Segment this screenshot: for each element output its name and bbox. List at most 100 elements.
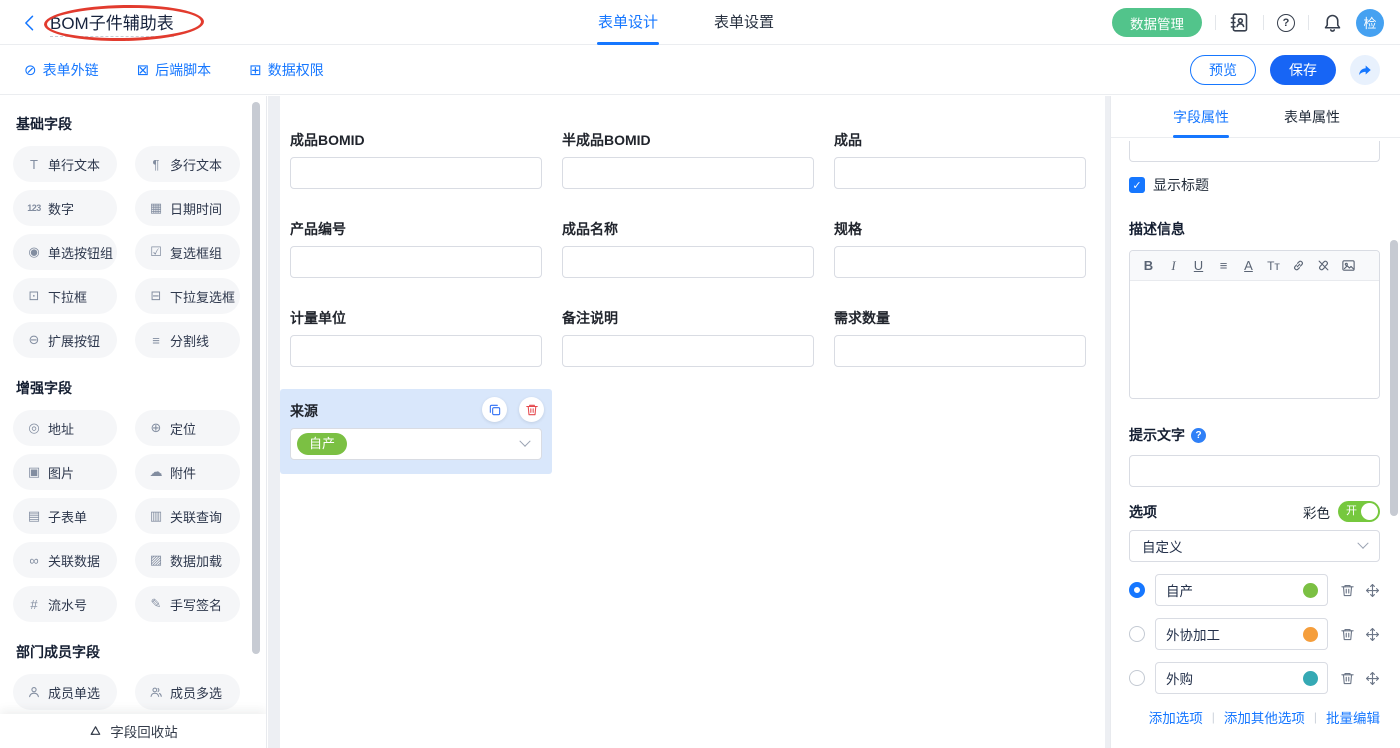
option-color-dot[interactable] [1303,583,1318,598]
back-icon[interactable] [20,13,40,33]
italic-icon[interactable]: I [1161,258,1186,274]
delete-field-button[interactable] [519,397,544,422]
drag-move-icon[interactable] [1365,583,1380,598]
field-pill-data-load[interactable]: ▨数据加载 [135,542,240,578]
bold-icon[interactable]: B [1136,258,1161,273]
form-field-product-name[interactable]: 成品名称 [552,211,824,286]
remove-link-icon[interactable] [1311,258,1336,273]
field-pill-linked-data[interactable]: ∞关联数据 [13,542,117,578]
field-pill-dropdown[interactable]: ⊡下拉框 [13,278,117,314]
field-pill-multi-line-text[interactable]: ¶多行文本 [135,146,240,182]
field-pill-datetime[interactable]: ▦日期时间 [135,190,240,226]
tab-form-settings[interactable]: 表单设置 [714,0,774,45]
text-input[interactable] [562,335,814,367]
text-input[interactable] [834,246,1086,278]
form-field-semi-finished-bomid[interactable]: 半成品BOMID [552,122,824,197]
form-field-demand-qty[interactable]: 需求数量 [824,300,1096,375]
sidebar-scrollbar[interactable] [252,102,260,654]
form-field-spec[interactable]: 规格 [824,211,1096,286]
text-input[interactable] [562,157,814,189]
tab-form-properties[interactable]: 表单属性 [1284,96,1340,138]
option-text-input[interactable]: 自产 [1155,574,1328,606]
option-radio[interactable] [1129,670,1145,686]
color-toggle[interactable]: 开 [1338,501,1380,522]
help-icon[interactable]: ? [1277,14,1295,32]
option-color-dot[interactable] [1303,627,1318,642]
divider [1263,15,1264,30]
form-external-link[interactable]: ⊘ 表单外链 [24,60,99,80]
backend-script-link[interactable]: ⊠ 后端脚本 [137,60,212,80]
field-pill-attachment[interactable]: ☁附件 [135,454,240,490]
option-radio-selected[interactable] [1129,582,1145,598]
delete-option-icon[interactable] [1340,671,1355,686]
field-pill-member-single[interactable]: 成员单选 [13,674,117,710]
text-input[interactable] [834,157,1086,189]
field-pill-radio-group[interactable]: ◉单选按钮组 [13,234,117,270]
field-pill-member-multi[interactable]: 成员多选 [135,674,240,710]
location-pin-icon: ◎ [25,420,43,436]
field-pill-multi-dropdown[interactable]: ⊟下拉复选框 [135,278,240,314]
font-size-icon[interactable]: Tт [1261,259,1286,273]
description-textarea[interactable] [1130,281,1379,398]
preview-button[interactable]: 预览 [1190,55,1256,85]
field-pill-image[interactable]: ▣图片 [13,454,117,490]
insert-link-icon[interactable] [1286,258,1311,273]
show-title-checkbox[interactable] [1129,177,1145,193]
align-icon[interactable]: ≡ [1211,258,1236,273]
hint-help-icon[interactable]: ? [1191,428,1206,443]
option-color-dot[interactable] [1303,671,1318,686]
share-button[interactable] [1350,55,1380,85]
field-title-input-partial[interactable] [1129,141,1380,162]
drag-move-icon[interactable] [1365,627,1380,642]
text-input[interactable] [290,157,542,189]
insert-image-icon[interactable] [1336,258,1361,273]
field-pill-divider[interactable]: ≡分割线 [135,322,240,358]
source-dropdown[interactable]: 自产 [290,428,542,460]
data-permission-link[interactable]: ⊞ 数据权限 [249,60,324,80]
copy-field-button[interactable] [482,397,507,422]
form-field-source-selected[interactable]: 来源 自产 [280,389,552,474]
tab-field-properties[interactable]: 字段属性 [1173,96,1229,138]
form-field-unit[interactable]: 计量单位 [280,300,552,375]
option-type-select[interactable]: 自定义 [1129,530,1380,562]
hint-text-input[interactable] [1129,455,1380,487]
delete-option-icon[interactable] [1340,627,1355,642]
panel-scrollbar[interactable] [1390,240,1398,516]
tab-form-design[interactable]: 表单设计 [598,0,658,45]
drag-move-icon[interactable] [1365,671,1380,686]
underline-icon[interactable]: U [1186,258,1211,273]
form-title[interactable]: BOM子件辅助表 [50,9,174,37]
delete-option-icon[interactable] [1340,583,1355,598]
add-option-link[interactable]: 添加选项 [1149,707,1203,727]
add-other-option-link[interactable]: 添加其他选项 [1224,707,1305,727]
field-pill-subform[interactable]: ▤子表单 [13,498,117,534]
avatar[interactable]: 检 [1356,9,1384,37]
text-input[interactable] [290,335,542,367]
field-pill-linked-query[interactable]: ▥关联查询 [135,498,240,534]
form-field-product-no[interactable]: 产品编号 [280,211,552,286]
option-radio[interactable] [1129,626,1145,642]
form-field-finished-product[interactable]: 成品 [824,122,1096,197]
form-field-remark[interactable]: 备注说明 [552,300,824,375]
option-text-input[interactable]: 外协加工 [1155,618,1328,650]
field-recycle-bin[interactable]: 字段回收站 [0,714,266,748]
save-button[interactable]: 保存 [1270,55,1336,85]
field-pill-extend-button[interactable]: ⊖扩展按钮 [13,322,117,358]
form-field-finished-bomid[interactable]: 成品BOMID [280,122,552,197]
field-pill-checkbox-group[interactable]: ☑复选框组 [135,234,240,270]
field-pill-number[interactable]: 123数字 [13,190,117,226]
notification-bell-icon[interactable] [1322,12,1343,33]
contacts-icon[interactable] [1229,12,1250,33]
font-color-icon[interactable]: A [1236,258,1261,273]
field-pill-single-line-text[interactable]: T单行文本 [13,146,117,182]
batch-edit-link[interactable]: 批量编辑 [1326,707,1380,727]
option-text-input[interactable]: 外购 [1155,662,1328,694]
text-input[interactable] [290,246,542,278]
field-pill-signature[interactable]: ✎手写签名 [135,586,240,622]
data-manage-button[interactable]: 数据管理 [1112,8,1202,37]
text-input[interactable] [562,246,814,278]
field-pill-geolocation[interactable]: ⊕定位 [135,410,240,446]
text-input[interactable] [834,335,1086,367]
field-pill-serial-number[interactable]: #流水号 [13,586,117,622]
field-pill-address[interactable]: ◎地址 [13,410,117,446]
